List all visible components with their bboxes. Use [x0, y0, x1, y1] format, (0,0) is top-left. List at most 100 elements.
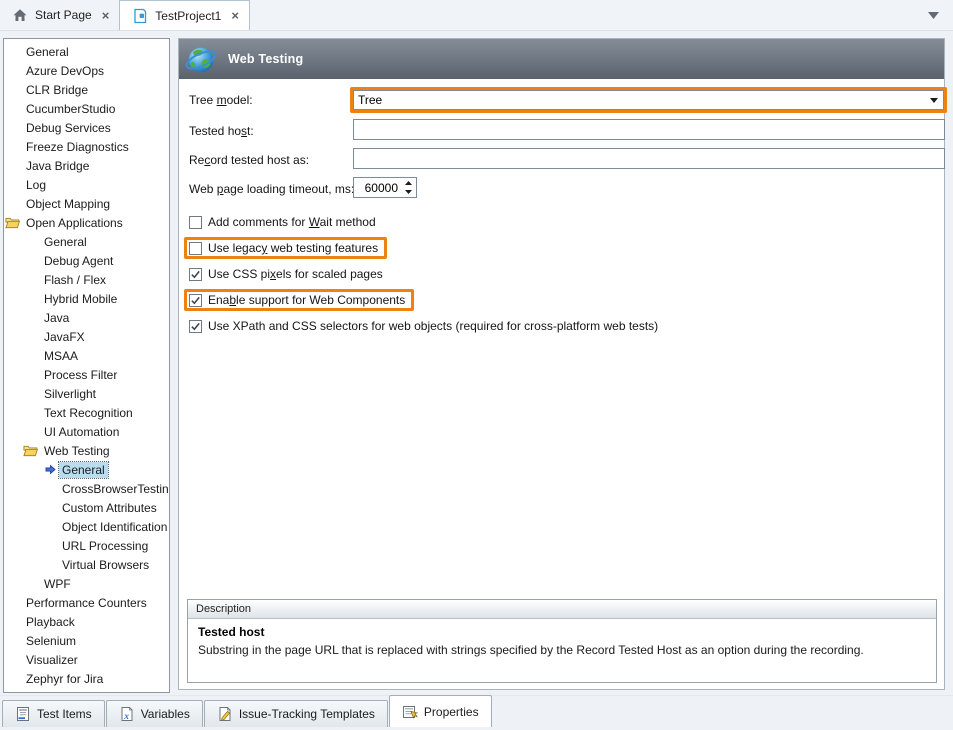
tree-item-custom-attributes[interactable]: Custom Attributes [4, 498, 169, 517]
tree-item-java-bridge[interactable]: Java Bridge [4, 156, 169, 175]
tree-item-crossbrowsertesting[interactable]: CrossBrowserTesting [4, 479, 169, 498]
tree-item-object-mapping[interactable]: Object Mapping [4, 194, 169, 213]
page-loading-timeout-spinner[interactable]: 60000 [353, 177, 417, 198]
spin-up-icon[interactable] [401, 178, 416, 188]
description-option-text: Substring in the page URL that is replac… [198, 643, 926, 657]
tree-model-highlight: Tree [350, 87, 947, 113]
globe-icon [184, 42, 218, 76]
tree-item-label: Zephyr for Jira [23, 671, 106, 687]
tree-item-debug-agent[interactable]: Debug Agent [4, 251, 169, 270]
checkbox-label: Use CSS pixels for scaled pages [208, 267, 383, 281]
tree-item-process-filter[interactable]: Process Filter [4, 365, 169, 384]
tree-item-javafx[interactable]: JavaFX [4, 327, 169, 346]
label-text: Tested ho [189, 124, 241, 138]
tree-item-general[interactable]: General [4, 42, 169, 61]
close-icon[interactable]: × [102, 8, 110, 23]
description-panel-header: Description [188, 600, 936, 619]
checkbox-label: Use legacy web testing features [208, 241, 378, 255]
tree-item-cucumberstudio[interactable]: CucumberStudio [4, 99, 169, 118]
tree-item-flash-flex[interactable]: Flash / Flex [4, 270, 169, 289]
panel-tab-issue-tracking-templates[interactable]: Issue-Tracking Templates [204, 700, 388, 727]
tree-item-virtual-browsers[interactable]: Virtual Browsers [4, 555, 169, 574]
tab-start-page[interactable]: Start Page× [0, 0, 119, 30]
tree-item-open-applications[interactable]: Open Applications [4, 213, 169, 232]
label-text: ord tested host as: [210, 153, 309, 167]
tree-item-performance-counters[interactable]: Performance Counters [4, 593, 169, 612]
tree-model-value: Tree [358, 93, 382, 107]
tree-item-label: WPF [41, 576, 74, 592]
tree-item-log[interactable]: Log [4, 175, 169, 194]
properties-icon [402, 704, 418, 720]
tree-item-label: Selenium [23, 633, 79, 649]
section-title: Web Testing [228, 52, 303, 66]
tree-item-clr-bridge[interactable]: CLR Bridge [4, 80, 169, 99]
tree-item-web-testing[interactable]: Web Testing [4, 441, 169, 460]
section-header: Web Testing [179, 39, 944, 79]
panel-tab-test-items[interactable]: Test Items [2, 700, 105, 727]
tree-item-freeze-diagnostics[interactable]: Freeze Diagnostics [4, 137, 169, 156]
tree-item-url-processing[interactable]: URL Processing [4, 536, 169, 555]
tree-item-label: MSAA [41, 348, 81, 364]
checkbox-use-xpath-css-selectors[interactable] [189, 320, 202, 333]
tree-item-label: Debug Services [23, 120, 114, 136]
tree-item-msaa[interactable]: MSAA [4, 346, 169, 365]
label-text: t: [247, 124, 254, 138]
checkbox-row-enable-web-components: Enable support for Web Components [189, 287, 667, 313]
tree-item-ui-automation[interactable]: UI Automation [4, 422, 169, 441]
checkbox-row-use-css-pixels: Use CSS pixels for scaled pages [189, 261, 667, 287]
tree-item-label: Azure DevOps [23, 63, 107, 79]
tree-item-text-recognition[interactable]: Text Recognition [4, 403, 169, 422]
tree-item-playback[interactable]: Playback [4, 612, 169, 631]
spinner-buttons [401, 178, 416, 197]
tree-item-label: Log [23, 177, 49, 193]
tested-host-input[interactable] [353, 119, 945, 140]
tree-item-label: Visualizer [23, 652, 81, 668]
tree-item-azure-devops[interactable]: Azure DevOps [4, 61, 169, 80]
panel-tab-label: Properties [424, 705, 479, 719]
tree-item-label: CLR Bridge [23, 82, 91, 98]
panel-tab-properties[interactable]: Properties [389, 695, 492, 727]
label-text: age loading timeout, ms: [223, 182, 354, 196]
tree-item-wpf[interactable]: WPF [4, 574, 169, 593]
tested-host-label: Tested host: [189, 124, 254, 138]
tree-item-label: Playback [23, 614, 78, 630]
tree-model-select[interactable]: Tree [353, 90, 944, 110]
tree-item-label: Java Bridge [23, 158, 92, 174]
panel-tab-variables[interactable]: xVariables [106, 700, 203, 727]
tree-item-zephyr-for-jira[interactable]: Zephyr for Jira [4, 669, 169, 688]
tree-item-visualizer[interactable]: Visualizer [4, 650, 169, 669]
tree-item-label: CrossBrowserTesting [59, 481, 170, 497]
tree-item-silverlight[interactable]: Silverlight [4, 384, 169, 403]
record-tested-host-input[interactable] [353, 148, 945, 169]
close-icon[interactable]: × [231, 8, 239, 23]
tree-item-label: Flash / Flex [41, 272, 109, 288]
checkbox-enable-web-components[interactable] [189, 294, 202, 307]
spin-down-icon[interactable] [401, 188, 416, 198]
tree-item-java[interactable]: Java [4, 308, 169, 327]
tree-item-label: JavaFX [41, 329, 88, 345]
tree-item-label: Open Applications [23, 215, 126, 231]
checkbox-use-legacy-web-testing[interactable] [189, 242, 202, 255]
tree-item-object-identification[interactable]: Object Identification [4, 517, 169, 536]
checkbox-row-add-comments-wait-method: Add comments for Wait method [189, 209, 667, 235]
label-text: ait method [320, 215, 376, 229]
checkbox-use-css-pixels[interactable] [189, 268, 202, 281]
folder-open-icon [5, 216, 23, 229]
tab-list-chevron-down-icon[interactable] [928, 12, 939, 19]
tree-item-selenium[interactable]: Selenium [4, 631, 169, 650]
tree-item-general[interactable]: General [4, 460, 169, 479]
label-text: Use CSS pi [208, 267, 270, 281]
tab-testproject1[interactable]: TestProject1× [119, 0, 250, 30]
selected-item-arrow-icon [45, 464, 59, 475]
chevron-down-icon [930, 98, 938, 103]
checkbox-add-comments-wait-method[interactable] [189, 216, 202, 229]
tree-item-debug-services[interactable]: Debug Services [4, 118, 169, 137]
issue-tracking-icon [217, 706, 233, 722]
label-text: Use legac [208, 241, 261, 255]
tree-item-general[interactable]: General [4, 232, 169, 251]
document-tab-bar: Start Page×TestProject1× [0, 0, 953, 31]
panel-tab-label: Issue-Tracking Templates [239, 707, 375, 721]
tree-item-hybrid-mobile[interactable]: Hybrid Mobile [4, 289, 169, 308]
label-text: Add comments for [208, 215, 309, 229]
tree-item-label: CucumberStudio [23, 101, 118, 117]
